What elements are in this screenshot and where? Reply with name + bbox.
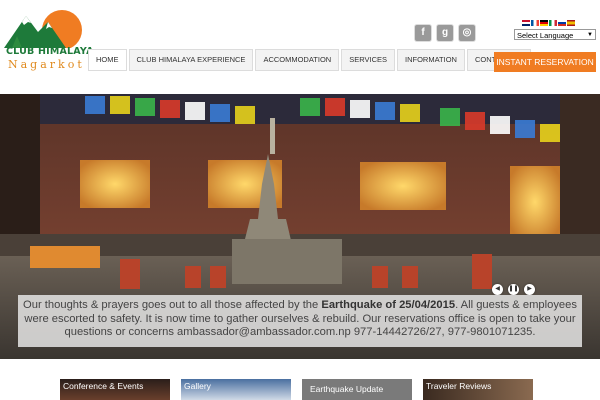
flag-icon[interactable] (540, 20, 548, 26)
hero-slider: ◀ ❚❚ ▶ Our thoughts & prayers goes out t… (0, 94, 600, 359)
nav-accommodation[interactable]: ACCOMMODATION (255, 49, 340, 71)
nav-club-himalaya-experience[interactable]: CLUB HIMALAYA EXPERIENCE (128, 49, 254, 71)
nav-information[interactable]: INFORMATION (397, 49, 465, 71)
instant-reservation-button[interactable]: INSTANT RESERVATION (494, 52, 596, 72)
logo-subtitle: Nagarkot (8, 58, 85, 71)
nav-home[interactable]: HOME (88, 49, 127, 71)
feature-tiles: Conference & Events Gallery Earthquake U… (0, 359, 600, 400)
club-himalaya-logo[interactable]: CLUB HIMALAYA Nagarkot (4, 8, 93, 72)
flag-icon[interactable] (558, 20, 566, 26)
tile-conference-events[interactable]: Conference & Events (60, 379, 170, 400)
instagram-icon[interactable]: ◎ (459, 25, 475, 41)
tile-earthquake-update[interactable]: Earthquake Update (302, 379, 412, 400)
logo-name: CLUB HIMALAYA (6, 46, 94, 57)
flag-icon[interactable] (531, 20, 539, 26)
tile-label: Conference & Events (63, 381, 144, 391)
tile-label: Earthquake Update (310, 384, 384, 394)
earthquake-caption: Our thoughts & prayers goes out to all t… (18, 295, 582, 347)
language-select[interactable]: Select Language ▼ (514, 29, 596, 40)
tile-label: Gallery (184, 381, 211, 391)
slider-prev-button[interactable]: ◀ (492, 284, 503, 295)
main-nav: HOME CLUB HIMALAYA EXPERIENCE ACCOMMODAT… (88, 49, 533, 71)
language-flags (522, 20, 576, 26)
site-header: CLUB HIMALAYA Nagarkot HOME CLUB HIMALAY… (0, 0, 600, 93)
tile-gallery[interactable]: Gallery (181, 379, 291, 400)
slider-pause-button[interactable]: ❚❚ (508, 284, 519, 295)
flag-icon[interactable] (567, 20, 575, 26)
caption-text-bold: Earthquake of 25/04/2015 (321, 299, 456, 311)
chevron-down-icon: ▼ (587, 32, 593, 38)
flag-icon[interactable] (549, 20, 557, 26)
tile-traveler-reviews[interactable]: Traveler Reviews (423, 379, 533, 400)
flag-icon[interactable] (522, 20, 530, 26)
language-select-value: Select Language (517, 31, 574, 40)
logo-mountain-icon (4, 10, 82, 48)
slider-next-button[interactable]: ▶ (524, 284, 535, 295)
nav-services[interactable]: SERVICES (341, 49, 396, 71)
tile-label: Traveler Reviews (426, 381, 492, 391)
facebook-icon[interactable]: f (415, 25, 431, 41)
google-plus-icon[interactable]: g (437, 25, 453, 41)
caption-text-pre: Our thoughts & prayers goes out to all t… (23, 299, 322, 311)
